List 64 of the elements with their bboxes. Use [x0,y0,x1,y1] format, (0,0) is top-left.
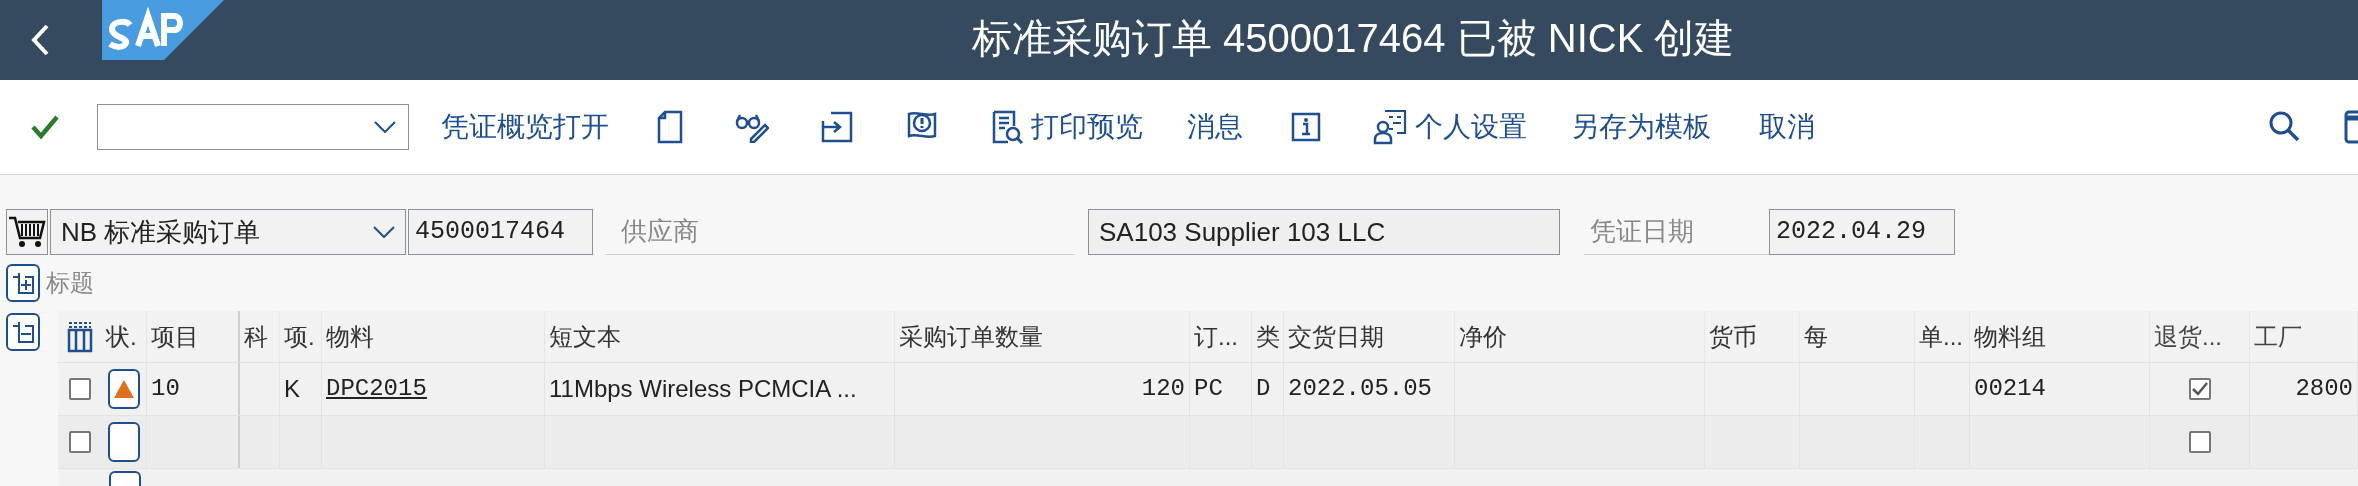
section-label: 标题 [46,268,94,298]
table-cell-text: 2022.05.05 [1288,374,1433,404]
column-header[interactable]: 订... [1190,311,1252,362]
column-header[interactable]: 物料 [322,311,545,362]
document-magnifier-icon [991,110,1023,144]
toolbar-button[interactable]: 个人设置 [1373,106,1527,148]
column-header[interactable]: 科 [240,311,280,362]
table-cell-text: 00214 [1974,374,2046,404]
toolbar-button[interactable]: 打印预览 [991,106,1143,148]
material-link[interactable]: DPC2015 [326,371,427,407]
column-header[interactable]: 净价 [1455,311,1705,362]
column-header[interactable]: 状. [102,311,147,362]
order-number-field[interactable]: 4500017464 [408,209,593,255]
toolbar-button[interactable]: 取消 [1759,106,1815,148]
table-cell-text: 2800 [2295,374,2353,404]
column-header[interactable]: 物料组 [1970,311,2150,362]
column-header[interactable]: 交货日期 [1284,311,1455,362]
column-header[interactable]: 工厂 [2250,311,2358,362]
toolbar-button[interactable]: 消息 [1187,106,1243,148]
status-button[interactable] [108,369,140,409]
dropdown-field[interactable] [97,104,409,150]
column-header[interactable]: 货币 [1705,311,1800,362]
status-button[interactable] [108,471,141,486]
cart-button[interactable] [6,209,48,255]
status-button[interactable] [108,422,140,462]
triangle-icon [113,379,135,399]
document-button[interactable] [657,110,683,144]
window-icon[interactable] [2344,110,2358,144]
info-button[interactable] [1291,112,1321,142]
column-header[interactable]: 类 [1252,311,1284,362]
window-title: 标准采购订单 4500017464 已被 NICK 创建 [972,15,1735,62]
chevron-down-icon [373,226,395,238]
chevron-left-icon [30,23,50,57]
column-header[interactable]: 短文本 [545,311,895,362]
table-cell-text: 120 [1141,374,1185,404]
person-settings-icon [1373,109,1407,145]
table-cell-text: 10 [151,374,180,404]
vendor-field[interactable]: SA103 Supplier 103 LLC [1088,209,1560,255]
toolbar-button[interactable]: 另存为模板 [1571,106,1711,148]
table-cell-text: 11Mbps Wireless PCMCIA ... [549,374,857,404]
box-arrow-button[interactable] [821,111,853,143]
column-header[interactable]: 采购订单数量 [895,311,1190,362]
table-cell-text: D [1256,374,1271,404]
expand-button[interactable] [6,264,40,302]
search-button[interactable] [2268,110,2300,142]
table-cell-text: K [284,374,300,404]
column-header[interactable]: 退货... [2150,311,2250,362]
column-header[interactable]: 项. [280,311,322,362]
date-field[interactable]: 2022.04.29 [1769,209,1955,255]
select-all-icon[interactable] [67,320,93,353]
row-checkbox[interactable] [69,378,91,400]
field-label: 供应商 [605,209,1075,255]
returns-checkbox[interactable] [2188,378,2211,400]
collapse-icon [11,320,35,344]
expand-icon [11,271,35,295]
collapse-table-button[interactable] [6,313,40,351]
returns-checkbox[interactable] [2188,431,2211,453]
column-header[interactable]: 每 [1800,311,1915,362]
row-checkbox[interactable] [69,431,91,453]
toolbar-button[interactable]: 凭证概览打开 [441,106,609,148]
chevron-down-icon [374,121,396,133]
table-cell-text: PC [1194,374,1223,404]
column-header[interactable]: 单... [1915,311,1970,362]
document-type-dropdown[interactable]: NB 标准采购订单 [50,209,406,255]
